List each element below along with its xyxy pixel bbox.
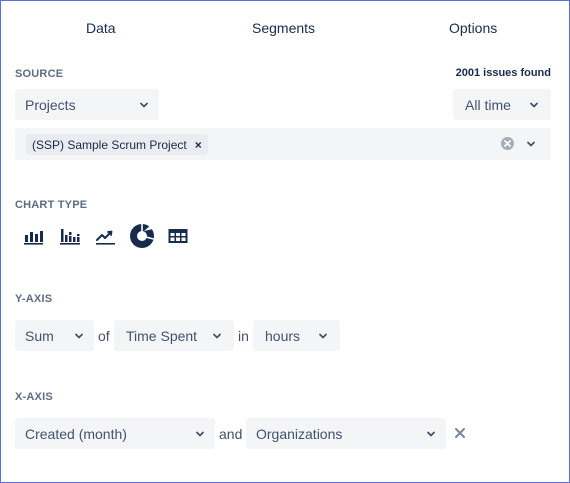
time-range-select[interactable]: All time bbox=[453, 89, 551, 120]
source-label: SOURCE bbox=[15, 68, 64, 80]
second-field-select[interactable]: Organizations bbox=[246, 418, 446, 449]
project-tag: (SSP) Sample Scrum Project × bbox=[26, 134, 208, 155]
chevron-down-icon bbox=[318, 331, 328, 341]
x-axis-label: X-AXIS bbox=[15, 391, 53, 403]
unit-value: hours bbox=[265, 327, 301, 344]
stacked-bar-chart-icon[interactable] bbox=[58, 225, 80, 247]
time-range-value: All time bbox=[465, 96, 511, 113]
tab-options[interactable]: Options bbox=[449, 20, 497, 36]
and-connector: and bbox=[219, 426, 243, 442]
bar-chart-icon[interactable] bbox=[22, 225, 44, 247]
clear-selection-icon[interactable] bbox=[501, 137, 514, 150]
source-type-value: Projects bbox=[25, 96, 76, 113]
tab-bar: Data Segments Options bbox=[1, 1, 569, 55]
chevron-down-icon bbox=[529, 100, 539, 110]
chevron-down-icon bbox=[212, 331, 222, 341]
tag-remove-icon[interactable]: × bbox=[195, 138, 202, 152]
x-field-value: Created (month) bbox=[25, 425, 127, 442]
second-field-value: Organizations bbox=[256, 425, 343, 442]
issues-found-count: 2001 issues found bbox=[455, 67, 551, 79]
line-chart-icon[interactable] bbox=[94, 225, 116, 247]
source-type-select[interactable]: Projects bbox=[15, 89, 159, 120]
donut-chart-icon[interactable] bbox=[129, 223, 155, 249]
project-tag-label: (SSP) Sample Scrum Project bbox=[32, 137, 187, 152]
chevron-down-icon bbox=[195, 429, 205, 439]
of-connector: of bbox=[98, 328, 110, 344]
chevron-down-icon[interactable] bbox=[526, 139, 536, 149]
tab-data[interactable]: Data bbox=[86, 20, 116, 36]
y-field-value: Time Spent bbox=[126, 327, 198, 344]
aggregation-value: Sum bbox=[25, 327, 54, 344]
in-connector: in bbox=[238, 328, 249, 344]
chart-editor-panel: Data Segments Options SOURCE 2001 issues… bbox=[0, 0, 570, 483]
remove-field-icon[interactable] bbox=[453, 426, 467, 440]
x-field-select[interactable]: Created (month) bbox=[15, 418, 215, 449]
chevron-down-icon bbox=[426, 429, 436, 439]
unit-select[interactable]: hours bbox=[253, 320, 340, 351]
chevron-down-icon bbox=[139, 100, 149, 110]
tab-segments[interactable]: Segments bbox=[252, 20, 315, 36]
aggregation-select[interactable]: Sum bbox=[15, 320, 94, 351]
table-icon[interactable] bbox=[167, 225, 189, 247]
y-axis-label: Y-AXIS bbox=[15, 293, 53, 305]
chevron-down-icon bbox=[74, 331, 84, 341]
chart-type-label: CHART TYPE bbox=[15, 199, 88, 211]
y-field-select[interactable]: Time Spent bbox=[114, 320, 234, 351]
